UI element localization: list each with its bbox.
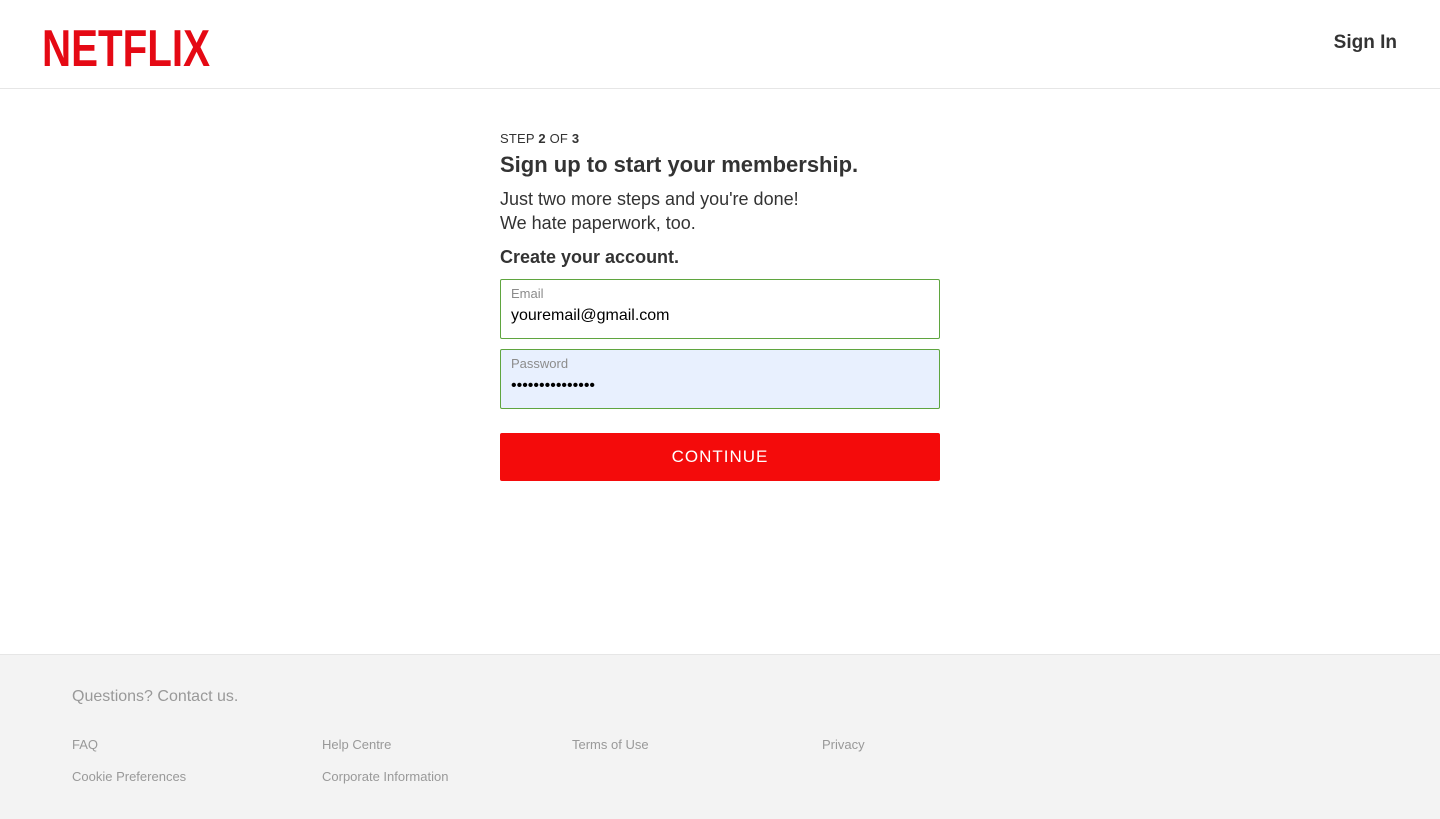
- netflix-logo-icon: NETFLIX: [42, 20, 210, 68]
- footer-link-privacy[interactable]: Privacy: [822, 737, 865, 753]
- footer-link-corporate-information[interactable]: Corporate Information: [322, 769, 448, 785]
- site-header: NETFLIX Sign In: [0, 0, 1440, 89]
- subtitle-line-2: We hate paperwork, too.: [500, 213, 696, 233]
- site-footer: Questions? Contact us. FAQ Help Centre T…: [0, 654, 1440, 819]
- netflix-logo[interactable]: NETFLIX: [42, 20, 212, 68]
- footer-link-help-centre[interactable]: Help Centre: [322, 737, 391, 753]
- create-account-heading: Create your account.: [500, 247, 680, 267]
- logo-text: NETFLIX: [42, 20, 210, 68]
- page-title: Sign up to start your membership.: [500, 152, 859, 177]
- step-prefix: STEP: [500, 131, 535, 146]
- email-field[interactable]: Email: [500, 279, 940, 339]
- sign-in-link[interactable]: Sign In: [1334, 31, 1397, 55]
- signup-form: STEP 2 OF 3 Sign up to start your member…: [500, 130, 940, 481]
- subtitle: Just two more steps and you're done! We …: [500, 187, 940, 235]
- step-indicator: STEP 2 OF 3: [500, 131, 940, 147]
- step-total: 3: [571, 131, 580, 146]
- footer-link-terms-of-use[interactable]: Terms of Use: [572, 737, 649, 753]
- password-label: Password: [511, 356, 569, 371]
- footer-link-cookie-preferences[interactable]: Cookie Preferences: [72, 769, 186, 785]
- password-input[interactable]: [511, 375, 931, 397]
- footer-link-faq[interactable]: FAQ: [72, 737, 98, 753]
- contact-us-link[interactable]: Questions? Contact us.: [72, 687, 238, 707]
- step-current: 2: [538, 131, 546, 146]
- continue-button[interactable]: CONTINUE: [500, 433, 940, 481]
- subtitle-line-1: Just two more steps and you're done!: [500, 189, 799, 209]
- email-input[interactable]: [511, 305, 931, 327]
- password-field[interactable]: Password: [500, 349, 940, 409]
- email-label: Email: [511, 286, 544, 301]
- step-of: OF: [549, 131, 569, 146]
